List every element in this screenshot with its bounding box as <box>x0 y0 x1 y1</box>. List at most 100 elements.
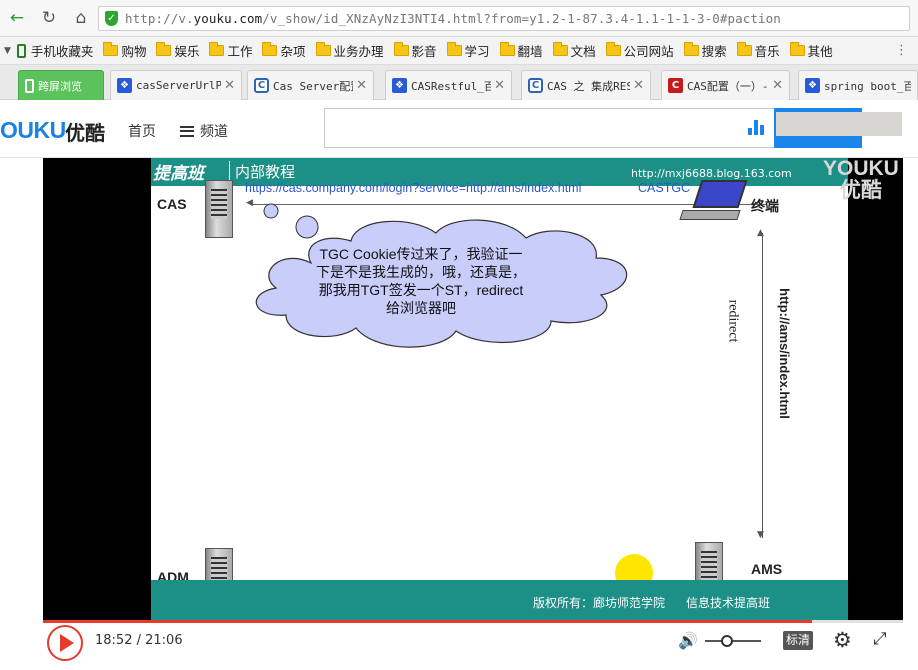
folder-icon <box>156 42 172 56</box>
folder-icon <box>789 42 805 56</box>
total-time: 21:06 <box>145 633 183 648</box>
tab-close-icon[interactable]: ✕ <box>356 78 367 93</box>
tab-cas-server-config[interactable]: C Cas Server配置 ✕ <box>247 70 374 100</box>
cnblogs-icon: C <box>528 78 543 93</box>
slide-blog-url: http://mxj6688.blog.163.com <box>631 167 792 180</box>
phone-icon <box>25 78 34 93</box>
quality-button[interactable]: 标清 <box>783 631 813 650</box>
youku-header: OUKU 优酷 首页 频道 <box>0 100 918 158</box>
volume-knob[interactable] <box>721 635 734 647</box>
slide-header-title: 提高班 <box>153 164 204 184</box>
folder-icon <box>209 42 225 56</box>
tab-close-icon[interactable]: ✕ <box>494 78 505 93</box>
current-time: 18:52 <box>95 633 133 648</box>
tab-spring-boot[interactable]: ❖ spring boot_百 <box>798 70 918 100</box>
bookmark-folder-search[interactable]: 搜索 <box>683 41 727 60</box>
trending-chart-icon[interactable] <box>748 120 764 135</box>
slide-footer-copyright: 版权所有：廊坊师范学院 <box>533 596 666 610</box>
youku-logo-cn[interactable]: 优酷 <box>65 117 105 146</box>
address-bar: ← ↻ ⌂ ✓ http://v.youku.com/v_show/id_XNz… <box>0 0 918 37</box>
tab-casserverurl[interactable]: ❖ casServerUrlPr ✕ <box>110 70 242 100</box>
ams-label: AMS <box>751 561 783 577</box>
tab-cas-config-1[interactable]: C CAS配置（一）- ✕ <box>661 70 790 100</box>
baidu-paw-icon: ❖ <box>805 78 820 93</box>
nav-channel[interactable]: 频道 <box>180 121 228 141</box>
folder-icon <box>736 42 752 56</box>
bubble-line-1: TGC Cookie传过来了，我验证一 <box>319 246 523 262</box>
bookmark-folder-study[interactable]: 学习 <box>446 41 490 60</box>
video-frame-slide: 提高班 内部教程 http://mxj6688.blog.163.com htt… <box>151 158 848 620</box>
bookmark-folder-entertainment[interactable]: 娱乐 <box>156 41 199 60</box>
bubble-line-2: 下是不是我生成的，哦，还真是， <box>316 264 526 280</box>
csdn-icon: C <box>668 78 683 93</box>
tab-strip: 跨屏浏览 ❖ casServerUrlPr ✕ C Cas Server配置 ✕… <box>0 65 918 100</box>
bookmark-folder-media[interactable]: 影音 <box>393 41 437 60</box>
bookmark-folder-other[interactable]: 其他 <box>789 41 833 60</box>
video-player[interactable]: 提高班 内部教程 http://mxj6688.blog.163.com htt… <box>43 158 903 620</box>
bookmark-folder-music[interactable]: 音乐 <box>736 41 780 60</box>
baidu-paw-icon: ❖ <box>392 78 407 93</box>
cas-label: CAS <box>157 196 187 212</box>
bookmarks-menu-arrow-icon[interactable]: ▼ <box>4 46 11 56</box>
shield-icon: ✓ <box>105 11 118 26</box>
youku-logo[interactable]: OUKU <box>0 117 66 144</box>
folder-icon <box>315 42 331 56</box>
bookmarks-bar: ▼ 手机收藏夹 购物 娱乐 工作 杂项 业务办理 影音 学习 翻墙 文档 公司网… <box>0 37 918 65</box>
bookmark-folder-proxy[interactable]: 翻墙 <box>499 41 543 60</box>
menu-icon <box>180 125 194 137</box>
nav-home[interactable]: 首页 <box>128 121 156 141</box>
bookmark-folder-work[interactable]: 工作 <box>209 41 252 60</box>
tab-cross-screen[interactable]: 跨屏浏览 <box>18 70 104 100</box>
slide-header-subtitle: 内部教程 <box>229 161 295 182</box>
progress-bar[interactable] <box>43 620 903 623</box>
youku-watermark: YOUKU 优酷 <box>823 158 899 202</box>
volume-icon[interactable]: 🔊 <box>678 631 698 650</box>
redirect-label: redirect <box>725 299 741 343</box>
terminal-label: 终端 <box>751 199 779 215</box>
url-text: http://v.youku.com/v_show/id_XNzAyNzI3NT… <box>125 11 781 26</box>
folder-icon <box>605 42 621 56</box>
folder-icon <box>552 42 568 56</box>
tab-cas-integrate-rest[interactable]: C CAS 之 集成RES ✕ <box>521 70 651 100</box>
folder-icon <box>446 42 462 56</box>
progress-fill <box>43 620 812 623</box>
tab-close-icon[interactable]: ✕ <box>224 78 235 93</box>
bookmark-folder-shopping[interactable]: 购物 <box>103 41 146 60</box>
settings-gear-icon[interactable]: ⚙ <box>833 628 852 652</box>
folder-icon <box>262 42 278 56</box>
ams-index-label: http://ams/index.html <box>776 288 792 419</box>
bubble-text: TGC Cookie传过来了，我验证一 下是不是我生成的，哦，还真是， 那我用T… <box>281 245 561 317</box>
redirect-arrow-line <box>762 233 763 538</box>
time-display: 18:52 / 21:06 <box>95 633 183 648</box>
player-controls: 18:52 / 21:06 🔊 标清 ⚙ ⤢ <box>43 620 903 661</box>
slide-footer-bar: 版权所有：廊坊师范学院 信息技术提高班 <box>151 580 848 620</box>
url-input[interactable]: ✓ http://v.youku.com/v_show/id_XNzAyNzI3… <box>98 6 910 31</box>
bubble-line-3: 那我用TGT签发一个ST，redirect <box>318 282 524 298</box>
search-input[interactable] <box>324 108 774 148</box>
bookmark-folder-docs[interactable]: 文档 <box>552 41 596 60</box>
baidu-paw-icon: ❖ <box>117 78 132 93</box>
bookmark-folder-business[interactable]: 业务办理 <box>315 41 384 60</box>
refresh-button[interactable]: ↻ <box>38 7 60 29</box>
more-options-icon[interactable]: ⋮ <box>895 43 908 58</box>
tab-close-icon[interactable]: ✕ <box>772 78 783 93</box>
cnblogs-icon: C <box>254 78 269 93</box>
redacted-area <box>776 112 902 136</box>
tab-close-icon[interactable]: ✕ <box>633 78 644 93</box>
slide-footer-right: 信息技术提高班 <box>686 596 771 610</box>
home-button[interactable]: ⌂ <box>70 7 92 29</box>
folder-icon <box>683 42 699 56</box>
back-button[interactable]: ← <box>6 7 28 29</box>
folder-icon <box>103 42 119 56</box>
tab-casrestful[interactable]: ❖ CASRestful_百 ✕ <box>385 70 512 100</box>
bookmark-folder-company[interactable]: 公司网站 <box>605 41 674 60</box>
cas-server-icon <box>205 180 233 238</box>
volume-slider[interactable] <box>705 635 761 647</box>
watermark-line-1: YOUKU <box>823 158 899 180</box>
bookmark-folder-misc[interactable]: 杂项 <box>262 41 306 60</box>
play-button[interactable] <box>47 625 83 661</box>
bookmark-mobile-favorites[interactable]: 手机收藏夹 <box>16 41 93 60</box>
bubble-line-4: 给浏览器吧 <box>386 300 456 316</box>
phone-icon <box>16 43 26 58</box>
fullscreen-icon[interactable]: ⤢ <box>873 629 887 649</box>
